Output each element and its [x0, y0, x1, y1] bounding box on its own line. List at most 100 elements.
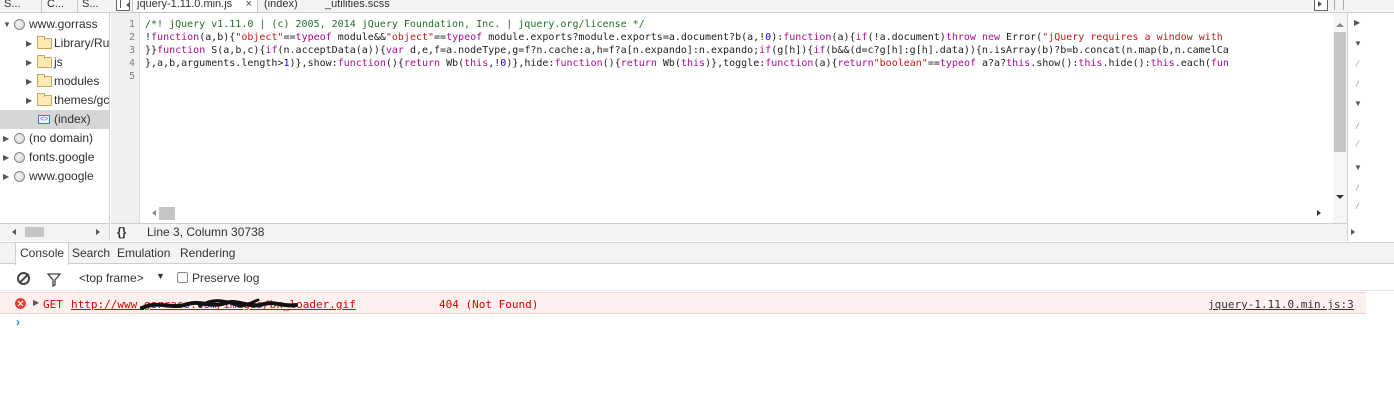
error-icon — [15, 298, 26, 309]
drawer-tab-strip: Console Search Emulation Rendering — [0, 242, 1394, 265]
console-prompt[interactable]: › — [0, 315, 1366, 331]
code-token: },a,b,arguments.length> — [145, 58, 284, 69]
filter-icon[interactable] — [47, 273, 61, 287]
collapse-arrow-icon[interactable]: ▶ — [26, 53, 32, 72]
scroll-up-icon[interactable] — [1336, 19, 1344, 27]
toggle-navigator-icon[interactable] — [116, 0, 130, 11]
error-status: 404 (Not Found) — [439, 298, 539, 311]
code-token: this — [1078, 58, 1103, 69]
pretty-print-button[interactable]: {} — [117, 224, 126, 241]
line-number: 1 — [128, 19, 135, 30]
code-token: function — [151, 32, 200, 43]
source-link[interactable]: jquery-1.11.0.min.js:3 — [1208, 298, 1354, 311]
code-token: function — [765, 58, 814, 69]
code-line: !function(a,b){"object"==typeof module&&… — [145, 32, 1223, 44]
editor-tab-label: jquery-1.11.0.min.js — [137, 0, 233, 10]
frame-selector[interactable]: <top frame> — [79, 271, 144, 285]
folder-icon — [37, 36, 52, 49]
tab-sources[interactable]: S... — [0, 0, 42, 13]
tab-snippets[interactable]: S... — [78, 0, 110, 13]
navigator-horizontal-scrollbar[interactable] — [0, 223, 110, 241]
line-number: 3 — [128, 45, 135, 56]
line-number: 5 — [128, 71, 135, 82]
tree-item-folder[interactable]: ▶ Library/Ru — [0, 34, 109, 53]
close-tab-icon[interactable]: × — [246, 0, 252, 12]
pane-marker: / — [1356, 183, 1359, 193]
tree-item-folder[interactable]: ▶ themes/gc — [0, 91, 109, 110]
tab-rendering[interactable]: Rendering — [176, 243, 239, 264]
scrollbar-thumb[interactable] — [1334, 32, 1346, 152]
scrollbar-thumb[interactable] — [159, 207, 175, 220]
folder-icon — [37, 55, 52, 68]
scroll-right-icon[interactable] — [1317, 210, 1324, 216]
code-token: ): — [771, 32, 784, 43]
collapse-arrow-icon[interactable]: ▶ — [26, 91, 32, 110]
expand-arrow-icon[interactable]: ▼ — [1354, 39, 1362, 48]
code-token: a?a? — [976, 58, 1007, 69]
globe-icon — [14, 171, 25, 182]
code-token: if — [855, 32, 868, 43]
clear-console-icon[interactable] — [17, 272, 30, 285]
collapse-arrow-icon[interactable]: ▶ — [26, 72, 32, 91]
editor-tab-utilities[interactable]: _utilities.scss — [325, 0, 390, 13]
pane-marker: / — [1356, 79, 1359, 89]
tree-item-domain[interactable]: ▶ fonts.google — [0, 148, 109, 167]
scroll-right-icon[interactable] — [96, 229, 103, 235]
globe-icon — [14, 133, 25, 144]
code-token: function — [554, 58, 603, 69]
tab-content-scripts[interactable]: C... — [43, 0, 78, 13]
code-line: }}function S(a,b,c){if(n.acceptData(a)){… — [145, 45, 1229, 57]
dropdown-arrow-icon[interactable]: ▼ — [156, 271, 165, 281]
collapse-arrow-icon[interactable]: ▶ — [3, 129, 9, 148]
collapse-arrow-icon[interactable]: ▶ — [3, 167, 9, 186]
tab-console[interactable]: Console — [15, 243, 70, 265]
tab-search[interactable]: Search — [68, 243, 114, 264]
expand-right-icon[interactable] — [1349, 226, 1361, 238]
expand-arrow-icon[interactable]: ▼ — [1354, 99, 1362, 108]
editor-vertical-scrollbar[interactable] — [1333, 13, 1347, 223]
scroll-down-icon[interactable] — [1336, 195, 1344, 203]
editor-tab-jquery[interactable]: jquery-1.11.0.min.js × — [132, 0, 258, 13]
code-token: throw new — [945, 32, 1001, 43]
expand-arrow-icon[interactable]: ▼ — [3, 15, 11, 34]
code-editor[interactable]: 1 2 3 4 5 /*! jQuery v1.11.0 | (c) 2005,… — [111, 13, 1347, 223]
code-token: (){ — [385, 58, 404, 69]
pane-marker: / — [1356, 59, 1359, 69]
code-token: if — [813, 45, 826, 56]
tree-item-index[interactable]: (index) — [0, 110, 109, 129]
expand-arrow-icon[interactable]: ▼ — [1354, 163, 1362, 172]
tree-item-folder[interactable]: ▶ js — [0, 53, 109, 72]
collapse-arrow-icon[interactable]: ▶ — [26, 34, 32, 53]
expand-arrow-icon[interactable]: ▶ — [1354, 18, 1360, 27]
code-token: "boolean" — [873, 58, 928, 69]
tree-item-domain[interactable]: ▶ www.google — [0, 167, 109, 186]
cursor-position: Line 3, Column 30738 — [147, 225, 265, 239]
code-token: .show(): — [1030, 58, 1079, 69]
toggle-debugger-icon[interactable] — [1314, 0, 1328, 11]
scroll-left-icon[interactable] — [149, 210, 156, 216]
editor-tab-index[interactable]: (index) — [264, 0, 298, 13]
collapse-arrow-icon[interactable]: ▶ — [3, 148, 9, 167]
preserve-log-checkbox[interactable] — [177, 272, 188, 283]
scrollbar-thumb[interactable] — [25, 227, 44, 237]
code-token: this — [464, 58, 489, 69]
tab-emulation[interactable]: Emulation — [113, 243, 174, 264]
pause-icon[interactable] — [1334, 0, 1344, 10]
expand-arrow-icon[interactable]: ▶ — [33, 298, 39, 307]
code-token: (a){ — [831, 32, 856, 43]
code-token: ,! — [488, 58, 501, 69]
tree-item-folder[interactable]: ▶ modules — [0, 72, 109, 91]
code-token: /*! jQuery v1.11.0 | (c) 2005, 2014 jQue… — [145, 19, 645, 30]
code-token: (a){ — [813, 58, 838, 69]
pane-marker: / — [1356, 121, 1359, 131]
code-token: this — [1006, 58, 1031, 69]
code-token: (a,b){ — [199, 32, 236, 43]
tree-item-domain[interactable]: ▶ (no domain) — [0, 129, 109, 148]
code-token: typeof — [295, 32, 332, 43]
editor-horizontal-scrollbar[interactable] — [141, 206, 1333, 222]
scroll-left-icon[interactable] — [9, 229, 16, 235]
code-token: (){ — [602, 58, 621, 69]
code-token: return — [837, 58, 874, 69]
preserve-log-label[interactable]: Preserve log — [192, 271, 259, 285]
tree-item-domain[interactable]: ▼ www.gorrass — [0, 15, 109, 34]
